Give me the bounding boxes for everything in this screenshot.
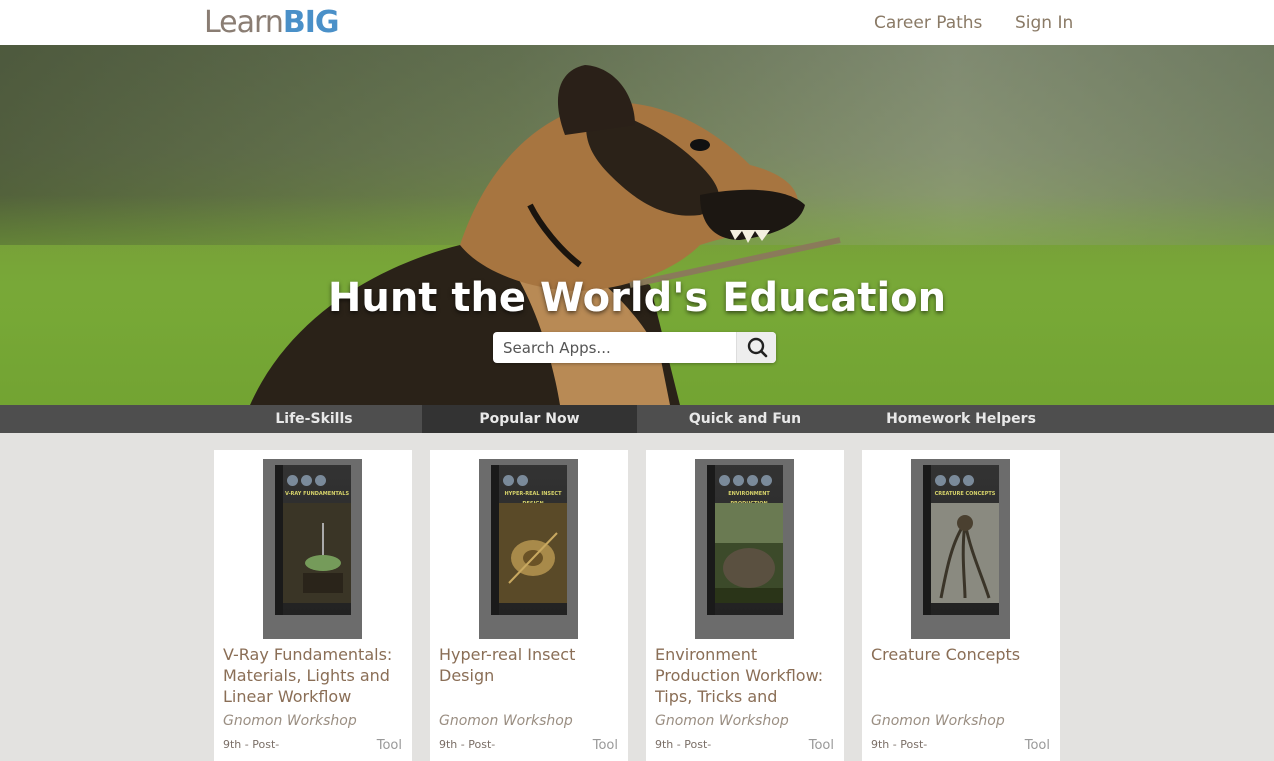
card-title[interactable]: Environment Production Workflow: Tips, T… — [655, 644, 835, 707]
card-author: Gnomon Workshop — [223, 713, 357, 729]
card-grade: 9th - Post- — [439, 738, 496, 751]
category-tabs: Life-Skills Popular Now Quick and Fun Ho… — [0, 405, 1274, 433]
cover-label: ENVIRONMENT PRODUCTION WORKFLOW — [728, 491, 770, 517]
card-type: Tool — [592, 738, 618, 753]
tab-homework-helpers[interactable]: Homework Helpers — [853, 405, 1069, 433]
card-type: Tool — [808, 738, 834, 753]
app-card[interactable]: V-RAY FUNDAMENTALS V-Ray Fundamentals: M… — [214, 450, 412, 761]
cover-label: CREATURE CONCEPTS — [934, 491, 996, 497]
card-cover-image[interactable]: HYPER-REAL INSECT DESIGN — [479, 459, 578, 639]
hero-banner: Hunt the World's Education — [0, 45, 1274, 405]
card-grade: 9th - Post- — [223, 738, 280, 751]
card-grade: 9th - Post- — [655, 738, 712, 751]
card-title[interactable]: V-Ray Fundamentals: Materials, Lights an… — [223, 644, 403, 707]
app-card[interactable]: ENVIRONMENT PRODUCTION WORKFLOW Environm… — [646, 450, 844, 761]
app-card[interactable]: HYPER-REAL INSECT DESIGN Hyper-real Inse… — [430, 450, 628, 761]
card-cover-image[interactable]: V-RAY FUNDAMENTALS — [263, 459, 362, 639]
tab-quick-and-fun[interactable]: Quick and Fun — [637, 405, 853, 433]
hero-title: Hunt the World's Education — [327, 275, 947, 321]
search-bar — [493, 332, 776, 363]
card-title[interactable]: Hyper-real Insect Design — [439, 644, 619, 707]
card-cover-image[interactable]: ENVIRONMENT PRODUCTION WORKFLOW — [695, 459, 794, 639]
cover-label: V-RAY FUNDAMENTALS — [284, 491, 350, 497]
nav-career-paths[interactable]: Career Paths — [874, 12, 982, 34]
card-title[interactable]: Creature Concepts — [871, 644, 1051, 707]
learnbig-logo[interactable]: LearnBIG — [204, 5, 340, 41]
card-type: Tool — [1024, 738, 1050, 753]
card-author: Gnomon Workshop — [439, 713, 573, 729]
card-author: Gnomon Workshop — [655, 713, 789, 729]
card-author: Gnomon Workshop — [871, 713, 1005, 729]
nav-sign-in[interactable]: Sign In — [1015, 12, 1073, 34]
tab-life-skills[interactable]: Life-Skills — [206, 405, 422, 433]
tab-popular-now[interactable]: Popular Now — [422, 405, 637, 433]
logo-big-text: BIG — [282, 5, 340, 40]
card-type: Tool — [376, 738, 402, 753]
cover-label: HYPER-REAL INSECT DESIGN — [504, 491, 562, 507]
card-grade: 9th - Post- — [871, 738, 928, 751]
card-cover-image[interactable]: CREATURE CONCEPTS — [911, 459, 1010, 639]
search-button[interactable] — [736, 332, 776, 363]
search-icon — [747, 337, 768, 358]
logo-learn-text: Learn — [204, 5, 284, 40]
search-input[interactable] — [493, 332, 736, 363]
top-bar: LearnBIG Career Paths Sign In — [0, 0, 1274, 45]
app-card[interactable]: CREATURE CONCEPTS Creature Concepts Gnom… — [862, 450, 1060, 761]
